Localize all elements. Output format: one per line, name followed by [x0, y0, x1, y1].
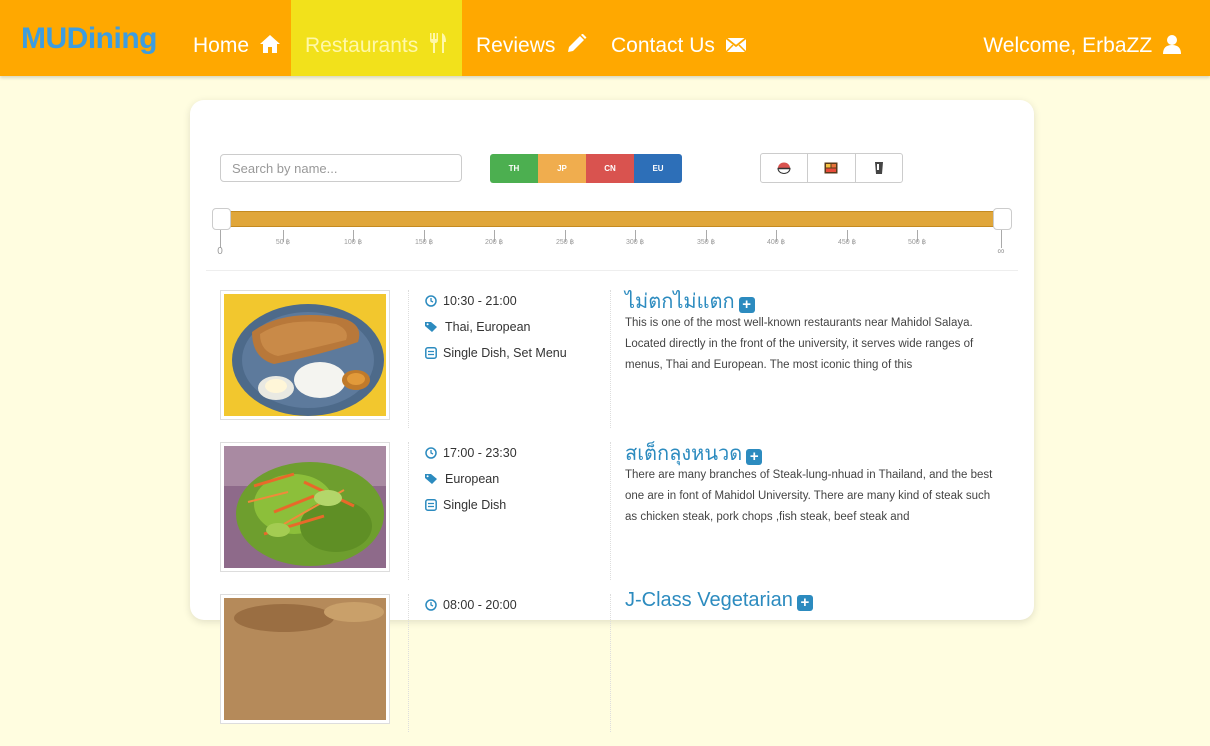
tick-label-300: 300 ฿ — [625, 239, 645, 246]
nav-reviews-label: Reviews — [476, 34, 556, 57]
tick-label-150: 150 ฿ — [414, 239, 434, 246]
restaurant-menu-type: Single Dish, Set Menu — [425, 346, 567, 360]
nav-reviews[interactable]: Reviews — [476, 0, 587, 76]
restaurant-cuisine: European — [425, 472, 499, 486]
nav-home[interactable]: Home — [193, 0, 281, 76]
plus-icon[interactable]: + — [796, 595, 813, 611]
clock-icon — [425, 295, 437, 307]
tick-label-200: 200 ฿ — [484, 239, 504, 246]
nav-restaurants-label: Restaurants — [305, 34, 419, 57]
brand-logo[interactable]: MUDining — [21, 22, 157, 56]
restaurant-photo[interactable] — [220, 594, 390, 724]
restaurant-item: 10:30 - 21:00 Thai, European Single Dish… — [190, 290, 1034, 442]
filter-divider — [206, 270, 1018, 271]
welcome-text: Welcome, ErbaZZ — [983, 34, 1153, 57]
nav-restaurants[interactable]: Restaurants — [291, 0, 463, 76]
restaurant-name-text: สเต็กลุงหนวด — [625, 443, 743, 465]
tick-label-350: 350 ฿ — [696, 239, 716, 246]
filter-set-menu[interactable] — [808, 154, 856, 182]
column-divider — [610, 442, 611, 580]
cuisine-text: Thai, European — [445, 320, 531, 334]
nav-contact[interactable]: Contact Us — [611, 0, 747, 76]
cuisine-filter-jp[interactable]: JP — [538, 154, 586, 183]
cuisine-filter-group: TH JP CN EU — [490, 154, 682, 183]
column-divider — [408, 290, 409, 428]
dish-type-filter-group — [760, 153, 903, 183]
tags-icon — [425, 322, 437, 332]
filter-drink[interactable] — [856, 154, 902, 182]
user-menu[interactable]: Welcome, ErbaZZ — [983, 0, 1182, 76]
menu-icon — [425, 499, 437, 511]
filter-single-dish[interactable] — [761, 154, 809, 182]
price-range-slider[interactable]: 0 50 ฿ 100 ฿ 150 ฿ 200 ฿ 250 ฿ 300 ฿ 350… — [212, 208, 1012, 268]
restaurant-cuisine: Thai, European — [425, 320, 530, 334]
cuisine-filter-eu[interactable]: EU — [634, 154, 682, 183]
clock-icon — [425, 599, 437, 611]
envelope-icon — [725, 37, 747, 53]
column-divider — [408, 594, 409, 732]
bento-icon — [824, 162, 838, 174]
tick-label-max: ∞ — [997, 246, 1005, 257]
tick-label-450: 450 ฿ — [837, 239, 857, 246]
restaurant-description: This is one of the most well-known resta… — [625, 317, 974, 371]
drink-icon — [874, 162, 883, 174]
pencil-icon — [568, 33, 587, 52]
tick-label-100: 100 ฿ — [343, 239, 363, 246]
tick-label-250: 250 ฿ — [555, 239, 575, 246]
cuisine-filter-th[interactable]: TH — [490, 154, 538, 183]
restaurant-item: 17:00 - 23:30 European Single Dish สเต็ก… — [190, 442, 1034, 594]
restaurant-photo[interactable] — [220, 442, 390, 572]
menu-icon — [425, 347, 437, 359]
restaurant-photo[interactable] — [220, 290, 390, 420]
column-divider — [610, 290, 611, 428]
restaurant-panel: TH JP CN EU — [190, 100, 1034, 732]
restaurant-item: 08:00 - 20:00 J-Class Vegetarian + — [190, 589, 1034, 746]
restaurant-hours: 10:30 - 21:00 — [425, 294, 517, 308]
tick-label-400: 400 ฿ — [766, 239, 786, 246]
tick-label-50: 50 ฿ — [275, 239, 291, 246]
menu-type-text: Single Dish, Set Menu — [443, 346, 567, 360]
hours-text: 10:30 - 21:00 — [443, 294, 517, 308]
nav-contact-label: Contact Us — [611, 34, 715, 57]
menu-type-text: Single Dish — [443, 498, 507, 512]
tick-label-500: 500 ฿ — [907, 239, 927, 246]
tick-label-min: 0 — [217, 246, 223, 257]
restaurant-hours: 17:00 - 23:30 — [425, 446, 517, 460]
bowl-icon — [777, 162, 791, 174]
home-icon — [259, 35, 280, 53]
search-input[interactable] — [220, 154, 462, 182]
restaurant-name-text: ไม่ตกไม่แตก — [625, 291, 735, 313]
restaurant-name-text: J-Class Vegetarian — [625, 589, 793, 611]
cuisine-text: European — [445, 472, 500, 486]
restaurant-name[interactable]: J-Class Vegetarian + — [625, 589, 813, 612]
user-icon — [1163, 35, 1181, 54]
clock-icon — [425, 447, 437, 459]
cuisine-filter-cn[interactable]: CN — [586, 154, 634, 183]
price-range-track — [220, 211, 1003, 227]
nav-home-label: Home — [193, 34, 250, 57]
plus-icon[interactable]: + — [738, 297, 755, 313]
column-divider — [610, 594, 611, 732]
price-slider-max-handle[interactable] — [993, 208, 1012, 230]
tags-icon — [425, 474, 437, 484]
plus-icon[interactable]: + — [746, 449, 763, 465]
hours-text: 17:00 - 23:30 — [443, 446, 517, 460]
top-navbar: MUDining Home Restaurants Reviews Contac… — [0, 0, 1210, 76]
restaurant-menu-type: Single Dish — [425, 498, 506, 512]
restaurant-description: There are many branches of Steak-lung-nh… — [625, 469, 993, 523]
price-slider-min-handle[interactable] — [212, 208, 231, 230]
fork-knife-icon — [430, 33, 447, 53]
column-divider — [408, 442, 409, 580]
